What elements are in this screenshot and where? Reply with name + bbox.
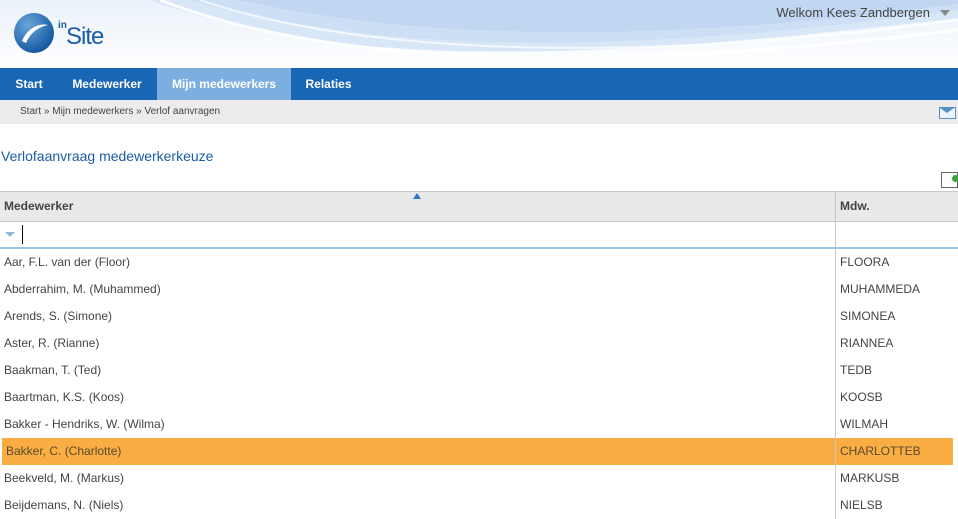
filter-dropdown-icon[interactable] [5,232,15,237]
table-row[interactable]: Beekveld, M. (Markus) MARKUSB [0,465,958,492]
app-logo[interactable]: in Site [14,13,134,58]
cell-medewerker: Baakman, T. (Ted) [0,357,836,384]
cell-mdw: KOOSB [840,390,883,404]
cell-mdw: NIELSB [840,498,883,512]
cell-medewerker: Aster, R. (Rianne) [0,330,836,357]
table-row[interactable]: Arends, S. (Simone) SIMONEA [0,303,958,330]
filter-cell-mdw[interactable] [836,222,958,247]
cell-medewerker: Abderrahim, M. (Muhammed) [0,276,836,303]
cell-medewerker: Arends, S. (Simone) [0,303,836,330]
table-row[interactable]: Baakman, T. (Ted) TEDB [0,357,958,384]
cell-medewerker: Beijdemans, N. (Niels) [0,492,836,519]
cell-mdw: CHARLOTTEB [836,438,953,465]
logo-icon [14,13,54,53]
table-row[interactable]: Beijdemans, N. (Niels) NIELSB [0,492,958,519]
cell-mdw: MUHAMMEDA [840,282,920,296]
cell-mdw: RIANNEA [840,336,894,350]
nav-item-relaties[interactable]: Relaties [291,68,366,100]
filter-cell-medewerker [0,222,836,247]
nav-item-start[interactable]: Start [0,68,58,100]
export-excel-icon[interactable] [941,172,958,188]
cell-mdw: TEDB [840,363,873,377]
sort-ascending-icon [413,193,421,199]
table-row[interactable]: Baartman, K.S. (Koos) KOOSB [0,384,958,411]
employee-grid: Medewerker Mdw. Aar, F.L. van der (Floor… [0,191,958,519]
breadcrumb-bar: Start » Mijn medewerkers » Verlof aanvra… [0,100,958,124]
cell-mdw: MARKUSB [840,471,900,485]
logo-site-text: Site [66,23,104,50]
cell-medewerker: Bakker, C. (Charlotte) [2,438,836,465]
cell-medewerker: Baartman, K.S. (Koos) [0,384,836,411]
table-row[interactable]: Abderrahim, M. (Muhammed) MUHAMMEDA [0,276,958,303]
mail-icon[interactable] [939,107,956,119]
header: in Site Welkom Kees Zandbergen [0,0,958,68]
main-nav: Start Medewerker Mijn medewerkers Relati… [0,68,958,100]
cell-medewerker: Bakker - Hendriks, W. (Wilma) [0,411,836,438]
welcome-user-menu[interactable]: Welkom Kees Zandbergen [776,5,930,20]
nav-item-medewerker[interactable]: Medewerker [58,68,156,100]
chevron-down-icon[interactable] [940,10,950,16]
table-row-selected[interactable]: Bakker, C. (Charlotte) CHARLOTTEB [0,438,958,465]
nav-item-mijn-medewerkers[interactable]: Mijn medewerkers [157,68,291,100]
table-row[interactable]: Bakker - Hendriks, W. (Wilma) WILMAH [0,411,958,438]
page-title: Verlofaanvraag medewerkerkeuze [1,148,214,164]
breadcrumb[interactable]: Start » Mijn medewerkers » Verlof aanvra… [20,106,220,117]
filter-row [0,222,958,249]
filter-input-medewerker[interactable] [22,225,832,244]
table-row[interactable]: Aar, F.L. van der (Floor) FLOORA [0,249,958,276]
grid-header: Medewerker Mdw. [0,191,958,222]
cell-mdw: SIMONEA [840,309,896,323]
column-header-mdw[interactable]: Mdw. [836,192,958,221]
cell-mdw: FLOORA [840,255,890,269]
cell-medewerker: Beekveld, M. (Markus) [0,465,836,492]
cell-mdw: WILMAH [840,417,888,431]
cell-medewerker: Aar, F.L. van der (Floor) [0,249,836,276]
table-row[interactable]: Aster, R. (Rianne) RIANNEA [0,330,958,357]
